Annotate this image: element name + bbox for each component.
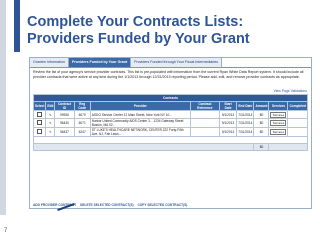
services-cell[interactable]: Services xyxy=(268,127,289,137)
column-header: Provider xyxy=(89,101,191,111)
title-accent-bar xyxy=(14,0,20,52)
column-header: Contract ID xyxy=(54,101,75,111)
column-header: Completed xyxy=(287,101,308,111)
column-header: Edit xyxy=(45,101,56,111)
column-header: Amount xyxy=(253,101,270,111)
column-header: Start Date xyxy=(218,101,238,111)
copy-selected-contracts-link[interactable]: COPY SELECTED CONTRACT(S) xyxy=(137,203,187,207)
instructions-text: Review the list of your agency's service… xyxy=(33,70,304,79)
services-dropdown[interactable]: Services xyxy=(270,129,287,135)
column-header: End Date xyxy=(236,101,255,111)
tab-providers-fiscal-intermediaries[interactable]: Providers Funded through Your Fiscal Int… xyxy=(131,58,223,67)
services-dropdown[interactable]: Services xyxy=(270,120,287,126)
table-row: ✎ 56430 6071 Harbor United Community AID… xyxy=(32,118,308,128)
services-cell[interactable]: Services xyxy=(268,118,289,128)
slide-title-line2: Providers Funded by Your Grant xyxy=(27,31,250,47)
slide-number: 7 xyxy=(4,228,8,234)
amount-cell: $0 xyxy=(253,110,270,119)
select-cell[interactable] xyxy=(32,127,47,137)
contracts-table: Contracts Select Edit Contract ID Reg Co… xyxy=(32,94,308,151)
completed-cell xyxy=(287,118,308,128)
contract-id-cell: 56430 xyxy=(54,118,75,128)
reg-code-cell: 6070 xyxy=(73,110,91,119)
contract-reference-cell xyxy=(189,118,220,128)
select-checkbox[interactable] xyxy=(37,120,43,125)
provider-cell: ASDO Service Center 12 Main Street, New … xyxy=(89,110,191,119)
edit-cell[interactable]: ✎ xyxy=(45,110,56,119)
column-header: Reg Code xyxy=(73,101,91,111)
tab-grantee-information[interactable]: Grantee Information xyxy=(30,58,69,67)
contracts-panel: Grantee Information Providers Funded by … xyxy=(29,57,312,209)
column-header: Services xyxy=(268,101,289,111)
edit-icon[interactable]: ✎ xyxy=(49,130,52,134)
reg-code-cell: 6071 xyxy=(73,118,91,128)
left-accent-bar xyxy=(0,0,6,215)
blank-row xyxy=(33,136,308,144)
completed-cell xyxy=(287,110,308,119)
total-amount: $0 xyxy=(253,143,270,151)
contracts-group-header: Contracts xyxy=(33,94,308,102)
total-row: $0 xyxy=(32,143,308,151)
services-dropdown[interactable]: Services xyxy=(270,111,287,118)
services-cell[interactable]: Services xyxy=(268,110,289,119)
slide-title: Complete Your Contracts Lists: Providers… xyxy=(27,14,317,48)
start-date-cell: 9/1/2013 xyxy=(218,118,238,128)
completed-cell xyxy=(287,127,308,137)
end-date-cell: 7/31/2014 xyxy=(236,118,255,128)
start-date-cell: 9/1/2013 xyxy=(218,127,238,137)
select-checkbox[interactable] xyxy=(37,129,43,134)
table-row: ✎ 56437 6247 ST LUKE'S HEALTHCARE NETWOR… xyxy=(32,127,308,137)
table-row: ✎ 99926 6070 ASDO Service Center 12 Main… xyxy=(32,110,308,119)
reg-code-cell: 6247 xyxy=(73,127,91,137)
tab-bar: Grantee Information Providers Funded by … xyxy=(30,58,311,68)
contract-reference-cell xyxy=(189,127,220,137)
end-date-cell: 7/31/2014 xyxy=(236,127,255,137)
edit-cell[interactable]: ✎ xyxy=(45,118,56,128)
amount-cell: $0 xyxy=(253,127,270,137)
action-links: ADD PROVIDER CONTRACT DELETE SELECTED CO… xyxy=(33,203,190,207)
start-date-cell: 9/1/2013 xyxy=(218,110,238,119)
column-header: Contract Reference xyxy=(189,101,220,111)
column-header: Select xyxy=(32,101,47,111)
amount-cell: $0 xyxy=(253,118,270,128)
tab-providers-funded-by-grant[interactable]: Providers Funded by Your Grant xyxy=(68,58,132,67)
slide-title-line1: Complete Your Contracts Lists: xyxy=(27,14,244,30)
select-cell[interactable] xyxy=(32,110,47,119)
select-checkbox[interactable] xyxy=(37,111,43,117)
edit-icon[interactable]: ✎ xyxy=(49,113,52,117)
view-page-validations-link[interactable]: View Page Validations xyxy=(274,89,307,93)
provider-cell: Harbor United Community AIDS Center 3...… xyxy=(89,118,191,128)
delete-selected-contracts-link[interactable]: DELETE SELECTED CONTRACT(S) xyxy=(80,203,133,207)
edit-icon[interactable]: ✎ xyxy=(49,121,52,125)
provider-cell: ST LUKE'S HEALTHCARE NETWORK, CENTER 222… xyxy=(89,127,191,137)
edit-cell[interactable]: ✎ xyxy=(45,127,56,137)
contract-reference-cell xyxy=(189,110,220,119)
end-date-cell: 7/31/2014 xyxy=(236,110,255,119)
select-cell[interactable] xyxy=(32,118,47,128)
contract-id-cell: 56437 xyxy=(54,127,75,137)
contract-id-cell: 99926 xyxy=(54,110,75,119)
